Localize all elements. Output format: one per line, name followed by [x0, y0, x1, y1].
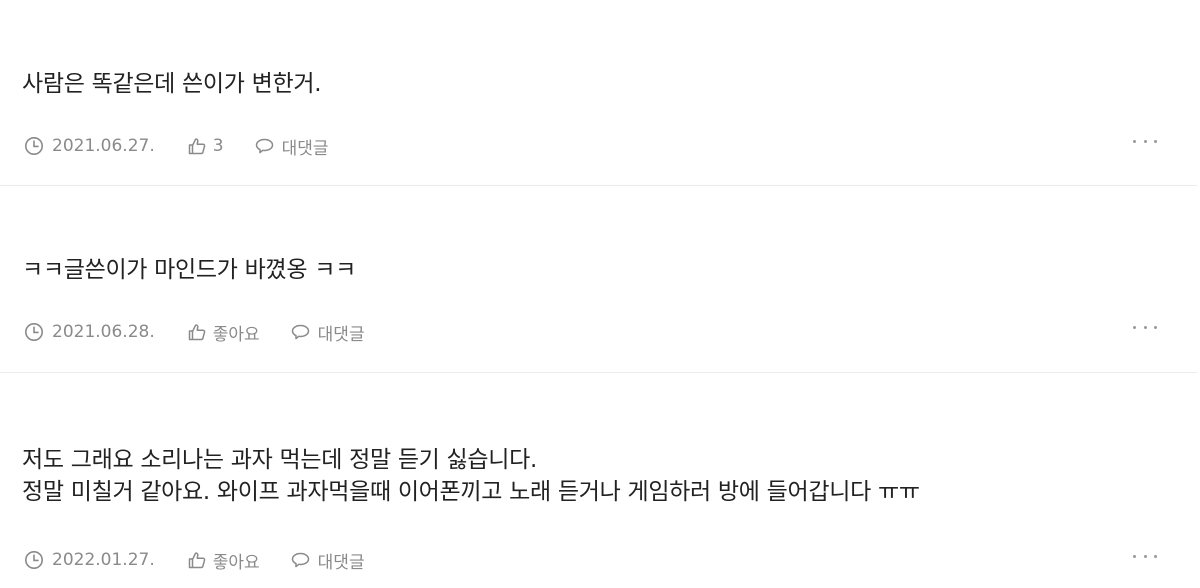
reply-button[interactable]: 대댓글	[290, 548, 365, 573]
speech-bubble-icon	[290, 550, 318, 570]
more-options-button[interactable]	[1133, 549, 1157, 563]
comment-item: 저도 그래요 소리나는 과자 먹는데 정말 듣기 싫습니다. 정말 미칠거 같아…	[0, 373, 1197, 588]
like-button[interactable]: 좋아요	[187, 320, 260, 345]
more-dots-icon	[1133, 554, 1136, 558]
comment-item: ㅋㅋ글쓴이가 마인드가 바꼈옹 ㅋㅋ 2021.06.28. 좋아요 대댓글	[0, 186, 1197, 373]
more-dots-icon	[1133, 325, 1136, 329]
comment-item: 사람은 똑같은데 쓴이가 변한거. 2021.06.27. 3 대댓글	[0, 0, 1197, 186]
clock-icon	[24, 322, 52, 342]
more-dots-icon	[1154, 554, 1157, 558]
date-text: 2021.06.27.	[52, 136, 155, 156]
thumbs-up-icon	[187, 550, 213, 570]
like-button[interactable]: 좋아요	[187, 548, 260, 573]
more-dots-icon	[1143, 554, 1147, 558]
comment-list: 사람은 똑같은데 쓴이가 변한거. 2021.06.27. 3 대댓글 ㅋㅋ글쓴…	[0, 0, 1200, 588]
more-options-button[interactable]	[1133, 320, 1157, 334]
comment-text-line: 저도 그래요 소리나는 과자 먹는데 정말 듣기 싫습니다.	[22, 447, 538, 473]
comment-body: ㅋㅋ글쓴이가 마인드가 바꼈옹 ㅋㅋ	[22, 254, 1137, 286]
thumbs-up-icon	[187, 322, 213, 342]
comment-date: 2021.06.28.	[24, 322, 155, 342]
reply-button[interactable]: 대댓글	[290, 320, 365, 345]
reply-button[interactable]: 대댓글	[254, 134, 329, 159]
comment-meta: 2022.01.27. 좋아요 대댓글	[24, 548, 365, 573]
thumbs-up-icon	[187, 136, 213, 156]
date-text: 2022.01.27.	[52, 550, 155, 570]
comment-meta: 2021.06.27. 3 대댓글	[24, 134, 329, 159]
comment-body: 저도 그래요 소리나는 과자 먹는데 정말 듣기 싫습니다. 정말 미칠거 같아…	[22, 444, 1137, 508]
comment-text-line: 사람은 똑같은데 쓴이가 변한거.	[22, 71, 322, 97]
comment-meta: 2021.06.28. 좋아요 대댓글	[24, 320, 365, 345]
comment-body: 사람은 똑같은데 쓴이가 변한거.	[22, 68, 1137, 100]
like-label: 좋아요	[212, 552, 260, 573]
comment-date: 2021.06.27.	[24, 136, 155, 156]
speech-bubble-icon	[254, 136, 282, 156]
like-button[interactable]: 3	[187, 136, 224, 156]
more-dots-icon	[1133, 139, 1136, 143]
more-dots-icon	[1143, 325, 1147, 329]
reply-label: 대댓글	[317, 324, 365, 345]
more-options-button[interactable]	[1133, 134, 1157, 148]
comment-date: 2022.01.27.	[24, 550, 155, 570]
like-label: 3	[212, 136, 224, 156]
clock-icon	[24, 136, 52, 156]
comment-text-line: 정말 미칠거 같아요. 와이프 과자먹을때 이어폰끼고 노래 듣거나 게임하러 …	[22, 479, 920, 505]
comment-text-line: ㅋㅋ글쓴이가 마인드가 바꼈옹 ㅋㅋ	[22, 257, 356, 283]
reply-label: 대댓글	[281, 138, 329, 159]
more-dots-icon	[1143, 139, 1147, 143]
more-dots-icon	[1154, 139, 1157, 143]
speech-bubble-icon	[290, 322, 318, 342]
date-text: 2021.06.28.	[52, 322, 155, 342]
more-dots-icon	[1154, 325, 1157, 329]
clock-icon	[24, 550, 52, 570]
like-label: 좋아요	[212, 324, 260, 345]
reply-label: 대댓글	[317, 552, 365, 573]
